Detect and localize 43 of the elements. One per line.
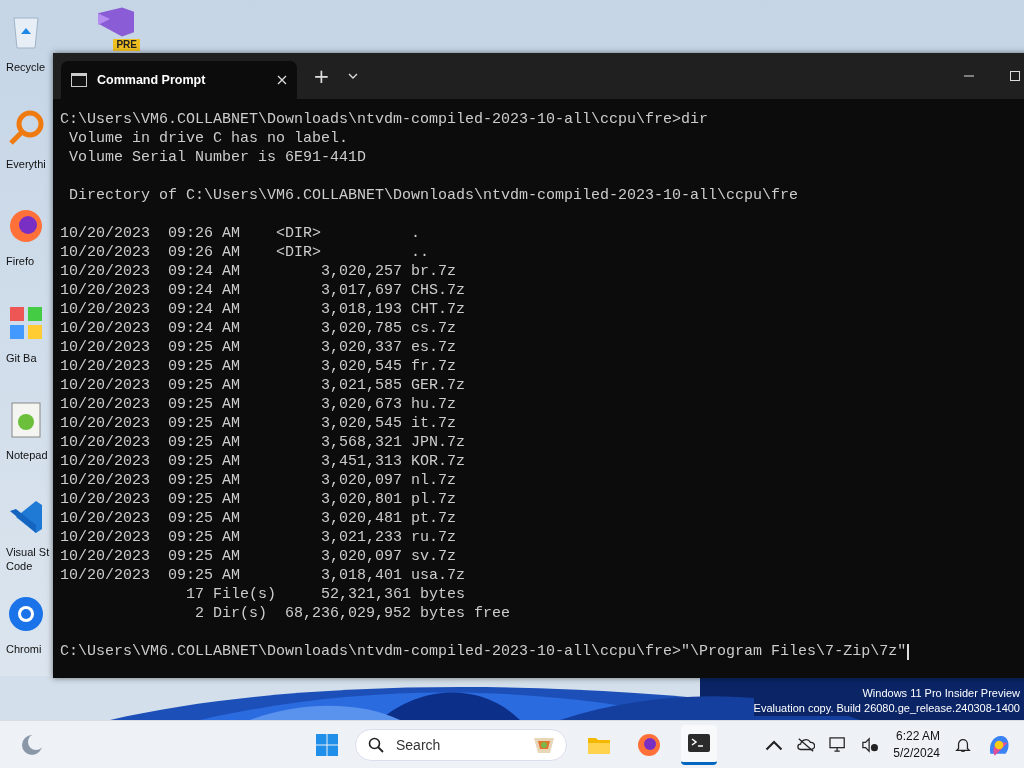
terminal-line: 10/20/2023 09:24 AM 3,020,257 br.7z: [60, 262, 458, 281]
desktop-icon-label: Everythi: [6, 157, 47, 171]
new-tab-button[interactable]: +: [305, 64, 338, 88]
terminal-line: 10/20/2023 09:25 AM 3,020,481 pt.7z: [60, 509, 458, 528]
terminal-line: 10/20/2023 09:25 AM 3,020,801 pl.7z: [60, 490, 458, 509]
terminal-line: 10/20/2023 09:24 AM 3,017,697 CHS.7z: [60, 281, 467, 300]
desktop-icon-label: Notepad: [6, 448, 49, 462]
terminal-line: 10/20/2023 09:24 AM 3,020,785 cs.7z: [60, 319, 458, 338]
terminal-line: 10/20/2023 09:24 AM 3,018,193 CHT.7z: [60, 300, 467, 319]
terminal-line: 10/20/2023 09:25 AM 3,020,097 nl.7z: [60, 471, 458, 490]
desktop-icon-label: Visual St Code: [6, 545, 51, 573]
watermark-text: Evaluation copy. Build 26080.ge_release.240308-1400: [753, 701, 1020, 716]
terminal-line: 10/20/2023 09:25 AM 3,020,337 es.7z: [60, 338, 458, 357]
desktop-icon-label: Recycle: [6, 60, 47, 74]
desktop-icon-label: Firefo: [6, 254, 36, 268]
watermark-text: Windows 11 Pro Insider Preview: [862, 686, 1020, 701]
terminal-line: C:\Users\VM6.COLLABNET\Downloads\ntvdm-compiled-2023-10-all\ccpu\fre>dir: [60, 110, 710, 129]
desktop-icon-label: Chromi: [6, 642, 43, 656]
terminal-line: 10/20/2023 09:25 AM 3,021,585 GER.7z: [60, 376, 467, 395]
badge: PRE: [113, 39, 140, 51]
terminal-line: 10/20/2023 09:25 AM 3,451,313 KOR.7z: [60, 452, 467, 471]
terminal-line: Volume Serial Number is 6E91-441D: [68, 148, 368, 167]
terminal-line: 10/20/2023 09:25 AM 3,568,321 JPN.7z: [60, 433, 467, 452]
terminal-line: 10/20/2023 09:25 AM 3,020,545 fr.7z: [60, 357, 458, 376]
terminal-line: 17 File(s) 52,321,361 bytes: [185, 585, 467, 604]
search-field[interactable]: Search: [394, 735, 532, 754]
tab-title: Command Prompt: [97, 73, 207, 87]
search-box[interactable]: Search: [355, 728, 567, 761]
terminal-line: 10/20/2023 09:25 AM 3,018,401 usa.7z: [60, 566, 467, 585]
command-prompt-line[interactable]: C:\Users\VM6.COLLABNET\Downloads\ntvdm-compiled-2023-10-all\ccpu\fre>"\Program Files\7-Zip\7z": [60, 642, 907, 661]
clock-time[interactable]: 6:22 AM: [895, 727, 940, 745]
desktop-icon-label: Git Ba: [6, 351, 38, 365]
clock-date[interactable]: 5/2/2024: [893, 744, 940, 762]
terminal-line: Directory of C:\Users\VM6.COLLABNET\Downloads\ntvdm-compiled-2023-10-all\ccpu\fre: [68, 186, 800, 205]
tab[interactable]: Command Prompt: [61, 61, 297, 99]
terminal-line: 10/20/2023 09:26 AM <DIR> .: [60, 224, 422, 243]
terminal-line: 10/20/2023 09:25 AM 3,020,097 sv.7z: [60, 547, 458, 566]
terminal-line: 10/20/2023 09:25 AM 3,020,545 it.7z: [60, 414, 458, 433]
terminal-line: Volume in drive C has no label.: [68, 129, 350, 148]
terminal-line: 10/20/2023 09:25 AM 3,021,233 ru.7z: [60, 528, 458, 547]
terminal-line: 2 Dir(s) 68,236,029,952 bytes free: [194, 604, 512, 623]
terminal-line: 10/20/2023 09:25 AM 3,020,673 hu.7z: [60, 395, 458, 414]
terminal-line: 10/20/2023 09:26 AM <DIR> ..: [60, 243, 431, 262]
